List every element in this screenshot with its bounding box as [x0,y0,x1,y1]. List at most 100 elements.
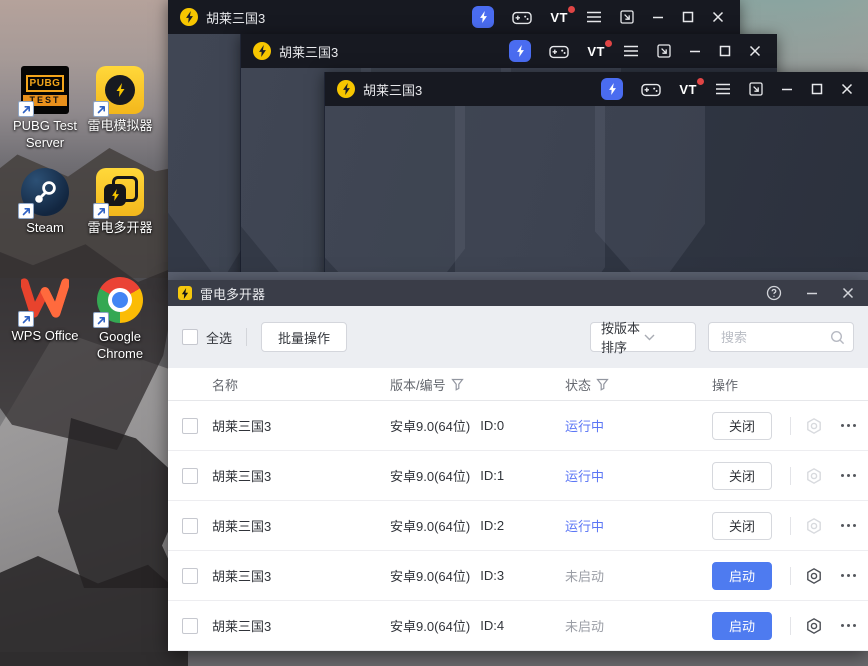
menu-icon[interactable] [715,83,731,95]
more-options-icon[interactable] [839,520,858,531]
close-icon[interactable] [749,45,761,57]
close-icon[interactable] [841,83,853,95]
boost-icon[interactable] [472,6,495,28]
emulator-titlebar[interactable]: 胡莱三国3 VT [168,0,740,34]
select-all-label: 全选 [206,330,233,346]
shortcut-arrow-icon [18,311,34,327]
batch-operations-button[interactable]: 批量操作 [261,322,348,352]
ldplayer-logo-icon [337,80,355,98]
row-checkbox[interactable] [182,617,198,634]
emulator-titlebar[interactable]: 胡莱三国3 VT [325,72,868,106]
header-operation: 操作 [712,377,739,393]
vt-indicator[interactable]: VT [587,39,612,59]
status-text: 运行中 [565,519,605,534]
instance-version: 安卓9.0(64位) [390,519,471,534]
gamepad-icon[interactable] [641,82,662,97]
close-button[interactable]: 关闭 [712,411,772,440]
settings-gear-icon[interactable] [805,417,823,435]
help-icon[interactable] [766,285,782,301]
settings-gear-icon[interactable] [805,517,823,535]
minimize-icon[interactable] [652,11,664,23]
desktop-shortcut-ldplayer-emulator[interactable]: 雷电模拟器 [85,66,155,135]
notification-dot [568,5,575,13]
header-version: 版本/编号 [390,377,446,393]
filter-icon[interactable] [450,378,464,391]
maximize-icon[interactable] [811,83,823,95]
desktop-icon-label: PUBG Test Server [12,118,78,150]
search-input[interactable] [719,328,830,346]
filter-icon[interactable] [596,378,609,391]
google-chrome-icon [93,277,144,328]
minimize-icon[interactable] [781,83,793,95]
notification-dot [697,77,704,85]
divider [790,616,791,635]
divider [790,566,791,585]
maximize-icon[interactable] [682,11,694,23]
instance-id: ID:0 [480,418,505,433]
close-button[interactable]: 关闭 [712,511,772,540]
shortcut-arrow-icon [93,101,109,117]
mini-window-icon[interactable] [620,10,634,24]
emulator-titlebar[interactable]: 胡莱三国3 VT [241,34,777,68]
row-checkbox[interactable] [182,467,198,484]
divider [790,416,791,435]
desktop-icon-label: Google Chrome [96,329,144,361]
close-button[interactable]: 关闭 [712,461,772,490]
row-checkbox[interactable] [182,517,198,534]
desktop-shortcut-ld-multi-opener[interactable]: 雷电多开器 [85,168,155,237]
vt-indicator[interactable]: VT [550,5,575,25]
window-title: 胡莱三国3 [279,44,339,60]
shortcut-arrow-icon [93,312,109,328]
close-icon[interactable] [712,11,724,23]
table-header: 名称 版本/编号 状态 操作 [168,368,868,401]
manager-titlebar[interactable]: 雷电多开器 [168,280,868,306]
minimize-icon[interactable] [689,45,701,57]
boost-icon[interactable] [601,78,624,100]
desktop-icon-label: 雷电多开器 [87,220,153,235]
vt-indicator[interactable]: VT [679,77,704,97]
notification-dot [605,39,612,47]
minimize-icon[interactable] [806,287,818,299]
sort-dropdown[interactable]: 按版本排序 [590,321,696,355]
close-icon[interactable] [842,287,854,299]
desktop-shortcut-pubg-test-server[interactable]: PUBG TEST PUBG Test Server [10,66,80,152]
maximize-icon[interactable] [719,45,731,57]
more-options-icon[interactable] [839,570,858,581]
menu-icon[interactable] [623,45,639,57]
select-all-checkbox[interactable] [182,329,198,345]
pubg-test-server-icon: PUBG TEST [18,66,69,117]
desktop-icon-label: 雷电模拟器 [87,118,153,133]
settings-gear-icon[interactable] [805,467,823,485]
instance-row: 胡莱三国3 安卓9.0(64位) ID:1 运行中 关闭 [168,451,868,501]
multi-instance-manager-window: 雷电多开器 全选 批量操作 按版本排序 搜索 名称 版本/编号 状态 操作 胡莱… [168,280,868,651]
desktop-shortcut-wps-office[interactable]: WPS Office [10,276,80,345]
instance-name: 胡莱三国3 [212,419,272,434]
start-button[interactable]: 启动 [712,611,772,640]
boost-icon[interactable] [509,40,532,62]
chevron-down-icon [644,334,687,341]
instance-name: 胡莱三国3 [212,519,272,534]
mini-window-icon[interactable] [749,82,763,96]
manager-window-title: 雷电多开器 [200,286,266,302]
more-options-icon[interactable] [839,420,858,431]
ld-multi-opener-app-icon [178,286,192,300]
wps-office-icon [18,276,71,327]
row-checkbox[interactable] [182,417,198,434]
instance-row: 胡莱三国3 安卓9.0(64位) ID:4 未启动 启动 [168,601,868,651]
header-status: 状态 [565,377,592,393]
more-options-icon[interactable] [839,470,858,481]
gamepad-icon[interactable] [549,44,570,59]
desktop-shortcut-google-chrome[interactable]: Google Chrome [85,276,155,363]
menu-icon[interactable] [586,11,602,23]
divider [246,328,248,346]
start-button[interactable]: 启动 [712,561,772,590]
desktop-shortcut-steam[interactable]: Steam [10,168,80,237]
more-options-icon[interactable] [839,620,858,631]
row-checkbox[interactable] [182,567,198,584]
settings-gear-icon[interactable] [805,567,823,585]
settings-gear-icon[interactable] [805,617,823,635]
window-title: 胡莱三国3 [363,82,423,98]
header-name: 名称 [212,377,239,393]
gamepad-icon[interactable] [512,10,533,25]
mini-window-icon[interactable] [657,44,671,58]
